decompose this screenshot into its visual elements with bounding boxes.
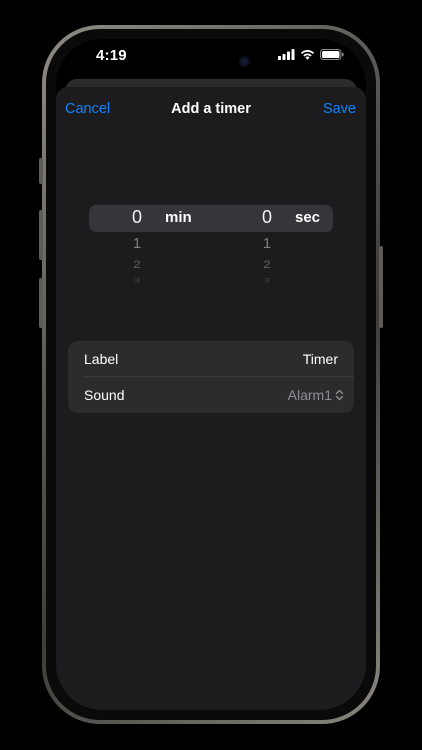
volume-down-button — [39, 278, 43, 328]
minutes-option[interactable]: 2 — [117, 258, 157, 270]
status-bar: 4:19 — [56, 39, 366, 75]
sound-row[interactable]: Sound Alarm1 — [68, 377, 354, 413]
status-icons — [278, 49, 344, 60]
label-row-value: Timer — [302, 351, 338, 367]
volume-up-button — [39, 210, 43, 260]
duration-picker[interactable]: 0 1 2 3 min 0 1 2 3 sec — [89, 205, 333, 305]
seconds-option[interactable]: 1 — [247, 235, 287, 252]
cellular-signal-icon — [278, 49, 295, 60]
seconds-unit-label: sec — [295, 209, 321, 226]
label-row-title: Label — [84, 351, 119, 367]
sound-picker[interactable]: Alarm1 — [288, 387, 344, 403]
navigation-bar: Cancel Add a timer Save — [56, 87, 366, 131]
camera-icon — [239, 56, 250, 67]
minutes-unit-label: min — [165, 209, 192, 226]
chevron-up-down-icon — [335, 389, 344, 401]
minutes-option[interactable]: 3 — [117, 278, 157, 285]
silent-switch — [39, 158, 43, 184]
phone-screen: 4:19 Cancel Add a timer Save 0 1 2 3 min… — [56, 39, 366, 710]
battery-icon — [320, 49, 344, 60]
timer-settings-group: Label Timer Sound Alarm1 — [68, 341, 354, 413]
cancel-button[interactable]: Cancel — [65, 101, 110, 117]
label-row[interactable]: Label Timer — [68, 341, 354, 377]
minutes-option[interactable]: 1 — [117, 235, 157, 252]
sound-row-value: Alarm1 — [287, 387, 332, 403]
seconds-option[interactable]: 2 — [247, 258, 287, 270]
status-time: 4:19 — [96, 47, 127, 64]
add-timer-sheet: Cancel Add a timer Save 0 1 2 3 min 0 1 … — [56, 87, 366, 710]
seconds-selected-value: 0 — [261, 207, 272, 227]
power-button — [379, 246, 383, 328]
wifi-icon — [300, 50, 315, 60]
seconds-option[interactable]: 3 — [247, 278, 287, 285]
save-button[interactable]: Save — [323, 101, 356, 117]
sound-row-title: Sound — [84, 387, 125, 403]
device-stage: 4:19 Cancel Add a timer Save 0 1 2 3 min… — [0, 0, 422, 750]
minutes-selected-value: 0 — [131, 207, 142, 227]
